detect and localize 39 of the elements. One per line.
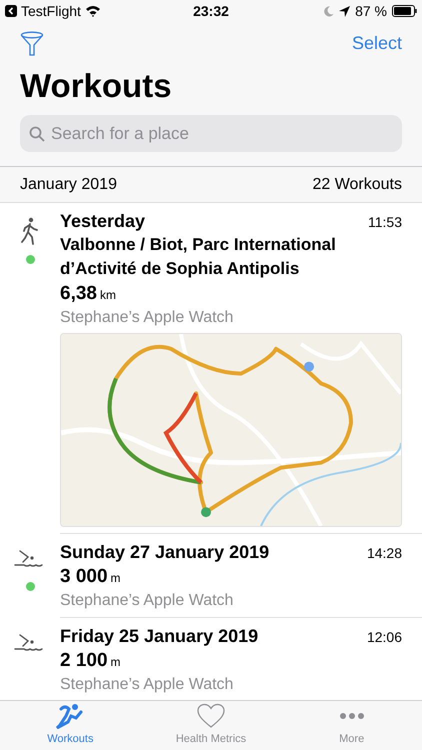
location-arrow-icon xyxy=(339,6,350,16)
search-field[interactable]: Search for a place xyxy=(20,115,402,152)
tab-bar-item[interactable]: Workouts xyxy=(0,701,141,750)
distance-unit: m xyxy=(110,654,121,671)
back-app-link[interactable]: TestFlight xyxy=(21,0,81,22)
device-source: Stephane’s Apple Watch xyxy=(60,308,234,328)
back-icon[interactable] xyxy=(5,5,17,17)
workout-time: 12:06 xyxy=(366,628,402,647)
distance-unit: m xyxy=(110,570,121,587)
workout-distance: 3 000 xyxy=(60,565,108,589)
workout-time: 11:53 xyxy=(368,213,402,232)
heart-icon xyxy=(197,703,225,730)
workout-location: Valbonne / Biot, Parc International d’Activité de Sophia Antipolis xyxy=(60,234,337,280)
month-header: January 2019 xyxy=(20,174,117,194)
runner-icon xyxy=(56,703,84,730)
filter-icon[interactable] xyxy=(20,30,44,56)
device-source: Stephane’s Apple Watch xyxy=(60,675,234,695)
battery-icon xyxy=(392,5,417,17)
battery-percent: 87 % xyxy=(355,2,387,20)
search-icon xyxy=(29,126,45,142)
tab-bar-item[interactable]: Health Metrics xyxy=(140,701,282,750)
workout-count: 22 Workouts xyxy=(312,174,402,194)
tab-bar-item[interactable]: More xyxy=(281,701,422,750)
more-icon xyxy=(340,713,364,720)
clock-time: 23:32 xyxy=(193,2,229,20)
workout-date: Friday 25 January 2019 xyxy=(60,625,258,648)
walking-figure-icon xyxy=(21,217,39,245)
workout-time: 14:28 xyxy=(366,544,402,563)
workout-date: Yesterday xyxy=(60,210,146,233)
select-button[interactable]: Select xyxy=(352,30,402,57)
distance-unit: km xyxy=(100,287,116,304)
device-source: Stephane’s Apple Watch xyxy=(60,591,234,611)
workout-distance: 6,38 xyxy=(60,282,97,306)
moon-icon xyxy=(324,6,334,16)
workout-date: Sunday 27 January 2019 xyxy=(60,541,270,564)
workout-distance: 2 100 xyxy=(60,649,108,673)
search-input[interactable]: Search for a place xyxy=(51,120,393,146)
page-title: Workouts xyxy=(19,66,173,106)
wifi-icon xyxy=(84,5,101,17)
